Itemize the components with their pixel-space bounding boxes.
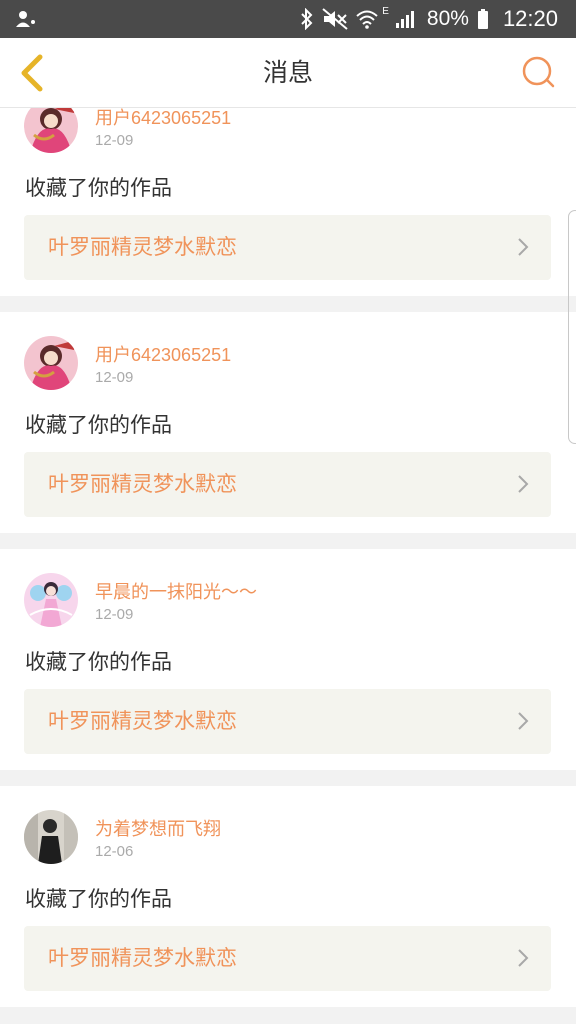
signal-icon: [395, 9, 417, 29]
network-type: E: [382, 5, 389, 17]
battery-icon: [477, 8, 489, 30]
chevron-right-icon: [518, 949, 529, 967]
work-link[interactable]: 叶罗丽精灵梦水默恋: [24, 452, 551, 517]
username[interactable]: 早晨的一抹阳光～～: [95, 578, 257, 604]
avatar[interactable]: [24, 810, 78, 864]
username[interactable]: 用户6423065251: [95, 108, 231, 130]
message-date: 12-09: [95, 369, 134, 386]
notification-icon: [14, 8, 38, 30]
username[interactable]: 用户6423065251: [95, 341, 231, 367]
app-header: 消息: [0, 38, 576, 108]
avatar[interactable]: [24, 336, 78, 390]
mute-icon: [322, 8, 348, 30]
wifi-icon: [356, 9, 378, 29]
work-link[interactable]: 叶罗丽精灵梦水默恋: [24, 926, 551, 991]
search-icon: [522, 56, 555, 88]
avatar[interactable]: [24, 108, 78, 153]
message-date: 12-06: [95, 843, 134, 860]
status-bar: E 80% 12:20: [0, 0, 576, 38]
chevron-left-icon: [21, 54, 43, 92]
avatar[interactable]: [24, 573, 78, 627]
bluetooth-icon: [300, 8, 314, 30]
action-text: 收藏了你的作品: [25, 887, 172, 911]
work-link[interactable]: 叶罗丽精灵梦水默恋: [24, 689, 551, 754]
message-date: 12-09: [95, 606, 134, 623]
message-card: 早晨的一抹阳光～～ 12-09 收藏了你的作品 叶罗丽精灵梦水默恋: [0, 549, 576, 770]
action-text: 收藏了你的作品: [25, 413, 172, 437]
message-list[interactable]: 用户6423065251 12-09 收藏了你的作品 叶罗丽精灵梦水默恋 用户6…: [0, 108, 576, 1024]
action-text: 收藏了你的作品: [25, 176, 172, 200]
message-card: 用户6423065251 12-09 收藏了你的作品 叶罗丽精灵梦水默恋: [0, 108, 576, 296]
work-title: 叶罗丽精灵梦水默恋: [48, 709, 237, 733]
work-title: 叶罗丽精灵梦水默恋: [48, 472, 237, 496]
scroll-indicator[interactable]: [568, 210, 576, 444]
message-date: 12-09: [95, 132, 134, 149]
search-button[interactable]: [520, 54, 558, 92]
back-button[interactable]: [10, 50, 54, 96]
work-link[interactable]: 叶罗丽精灵梦水默恋: [24, 215, 551, 280]
clock: 12:20: [502, 6, 558, 31]
work-title: 叶罗丽精灵梦水默恋: [48, 946, 237, 970]
chevron-right-icon: [518, 238, 529, 256]
message-card: 用户6423065251 12-09 收藏了你的作品 叶罗丽精灵梦水默恋: [0, 312, 576, 533]
message-card: 为着梦想而飞翔 12-06 收藏了你的作品 叶罗丽精灵梦水默恋: [0, 786, 576, 1007]
action-text: 收藏了你的作品: [25, 650, 172, 674]
chevron-right-icon: [518, 475, 529, 493]
page-title: 消息: [262, 58, 313, 87]
work-title: 叶罗丽精灵梦水默恋: [48, 235, 237, 259]
chevron-right-icon: [518, 712, 529, 730]
username[interactable]: 为着梦想而飞翔: [95, 815, 221, 841]
battery-percent: 80%: [426, 7, 469, 30]
